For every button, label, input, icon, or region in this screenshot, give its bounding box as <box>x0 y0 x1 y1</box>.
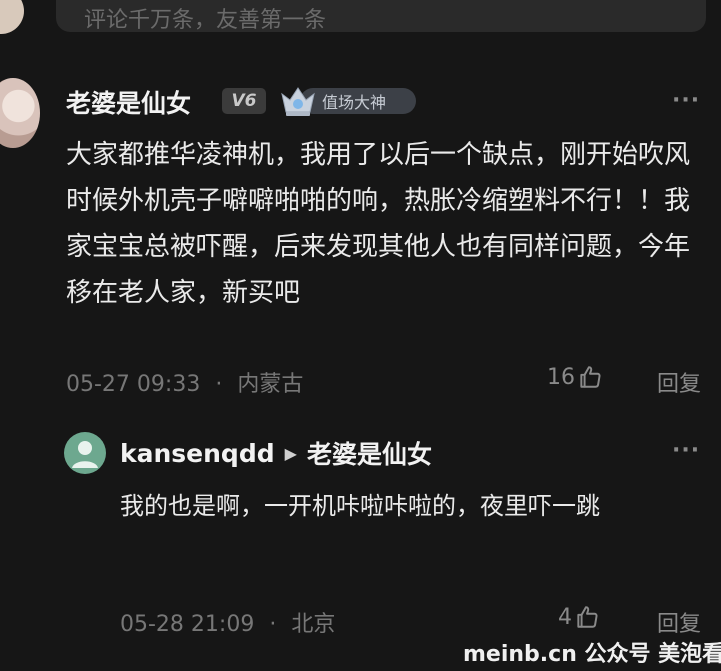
default-avatar-icon <box>72 441 98 468</box>
avatar[interactable] <box>0 78 40 148</box>
more-icon[interactable]: ··· <box>672 438 700 463</box>
comment-time: 05-27 09:33 <box>66 372 201 397</box>
avatar[interactable] <box>64 432 106 474</box>
reply-button[interactable]: 回复 <box>657 366 701 398</box>
reply-username[interactable]: kansenqdd <box>120 439 275 468</box>
meta-separator: · <box>215 372 223 397</box>
reply-location: 北京 <box>291 612 336 637</box>
like-button[interactable]: 16 <box>547 364 603 390</box>
reply-header: kansenqdd ▶ 老婆是仙女 <box>120 435 432 471</box>
comment-location: 内蒙古 <box>237 372 304 397</box>
crown-icon <box>281 87 315 116</box>
comment-input[interactable]: 评论千万条，友善第一条 <box>56 0 706 33</box>
meta-separator: · <box>269 612 277 637</box>
watermark: meinb.cn 公众号 美泡看 <box>463 642 721 667</box>
comment-input-placeholder: 评论千万条，友善第一条 <box>84 8 327 33</box>
thumbs-up-icon <box>580 366 601 388</box>
reply-to-username[interactable]: 老婆是仙女 <box>307 435 432 471</box>
thumbs-up-icon <box>577 606 598 628</box>
avatar[interactable] <box>0 0 24 34</box>
comment-username[interactable]: 老婆是仙女 <box>66 84 191 120</box>
reply-button[interactable]: 回复 <box>657 606 701 638</box>
reply-time: 05-28 21:09 <box>120 612 255 637</box>
title-badge: 值场大神 <box>278 84 416 118</box>
like-button[interactable]: 4 <box>558 604 600 630</box>
reply-text: 我的也是啊，一开机咔啦咔啦的，夜里吓一跳 <box>120 492 600 520</box>
comment-page: 评论千万条，友善第一条 老婆是仙女 V6 值场大神 ··· 大家都推华凌神机，我… <box>0 0 721 671</box>
reply-arrow-icon: ▶ <box>284 443 297 463</box>
more-icon[interactable]: ··· <box>672 88 700 113</box>
reply-meta: 05-28 21:09 · 北京 <box>120 606 335 638</box>
like-count: 4 <box>558 604 572 630</box>
level-badge: V6 <box>222 88 266 114</box>
comment-text: 大家都推华凌神机，我用了以后一个缺点，刚开始吹风时候外机壳子噼噼啪啪的响，热胀冷… <box>66 140 691 308</box>
like-count: 16 <box>547 364 575 390</box>
comment-meta: 05-27 09:33 · 内蒙古 <box>66 366 303 398</box>
